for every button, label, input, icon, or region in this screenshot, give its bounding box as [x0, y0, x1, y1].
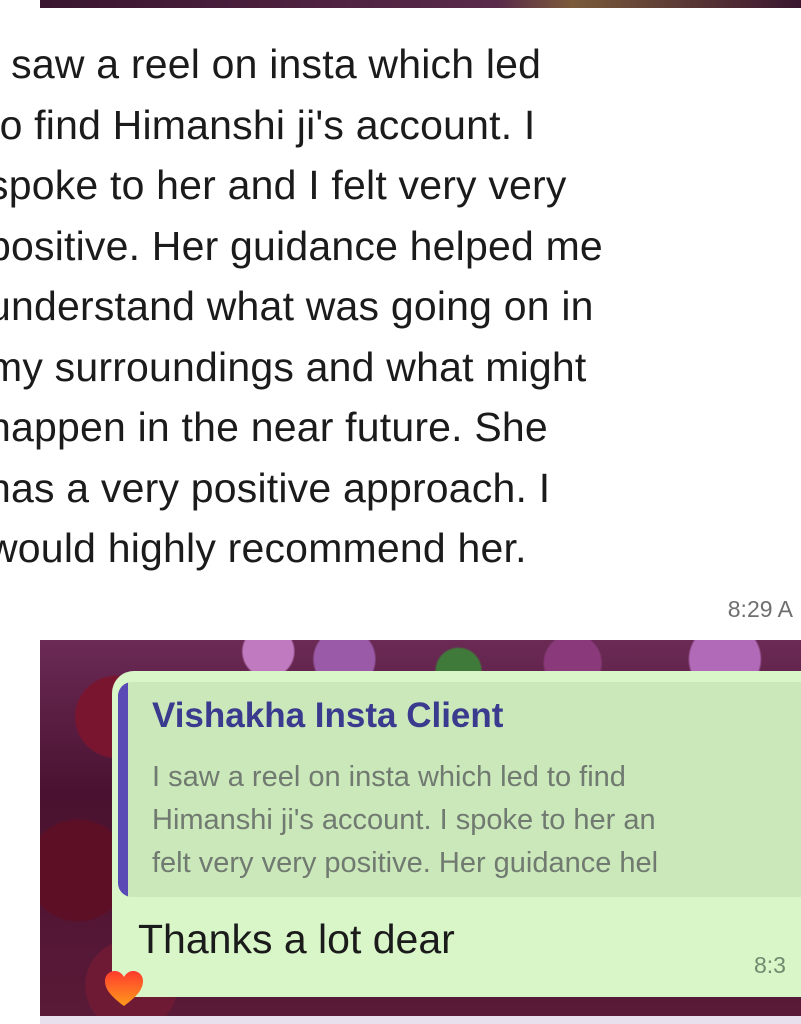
- chat-wallpaper-top: [40, 0, 801, 8]
- quoted-line: Himanshi ji's account. I spoke to her an: [152, 804, 656, 836]
- message-line: to find Himanshi ji's account. I: [0, 101, 536, 148]
- reply-message-text: Thanks a lot dear: [138, 916, 455, 962]
- quoted-line: I saw a reel on insta which led to find: [152, 761, 626, 793]
- message-line: my surroundings and what might: [0, 343, 587, 390]
- message-line: spoke to her and I felt very very: [0, 162, 567, 208]
- message-line: happen in the near future. She: [0, 404, 548, 450]
- message-line: understand what was going on in: [0, 283, 594, 329]
- incoming-message-text: I saw a reel on insta which led to find …: [0, 34, 801, 579]
- message-line: would highly recommend her.: [0, 525, 527, 571]
- message-line: I saw a reel on insta which led: [0, 41, 542, 87]
- message-line: positive. Her guidance helped me: [0, 222, 603, 269]
- chat-wallpaper-bottom: [40, 1016, 801, 1024]
- quoted-message-text: I saw a reel on insta which led to find …: [152, 756, 801, 885]
- reply-message-time: 8:3: [754, 952, 786, 978]
- quoted-line: felt very very positive. Her guidance he…: [152, 847, 659, 879]
- incoming-message-bubble[interactable]: I saw a reel on insta which led to find …: [0, 8, 801, 634]
- heart-icon[interactable]: [104, 970, 144, 1008]
- incoming-message-time: 8:29 A: [727, 596, 793, 622]
- quoted-message[interactable]: Vishakha Insta Client I saw a reel on in…: [118, 682, 801, 897]
- quote-accent-bar: [118, 682, 128, 897]
- quoted-sender-name: Vishakha Insta Client: [152, 696, 504, 735]
- message-line: has a very positive approach. I: [0, 464, 551, 511]
